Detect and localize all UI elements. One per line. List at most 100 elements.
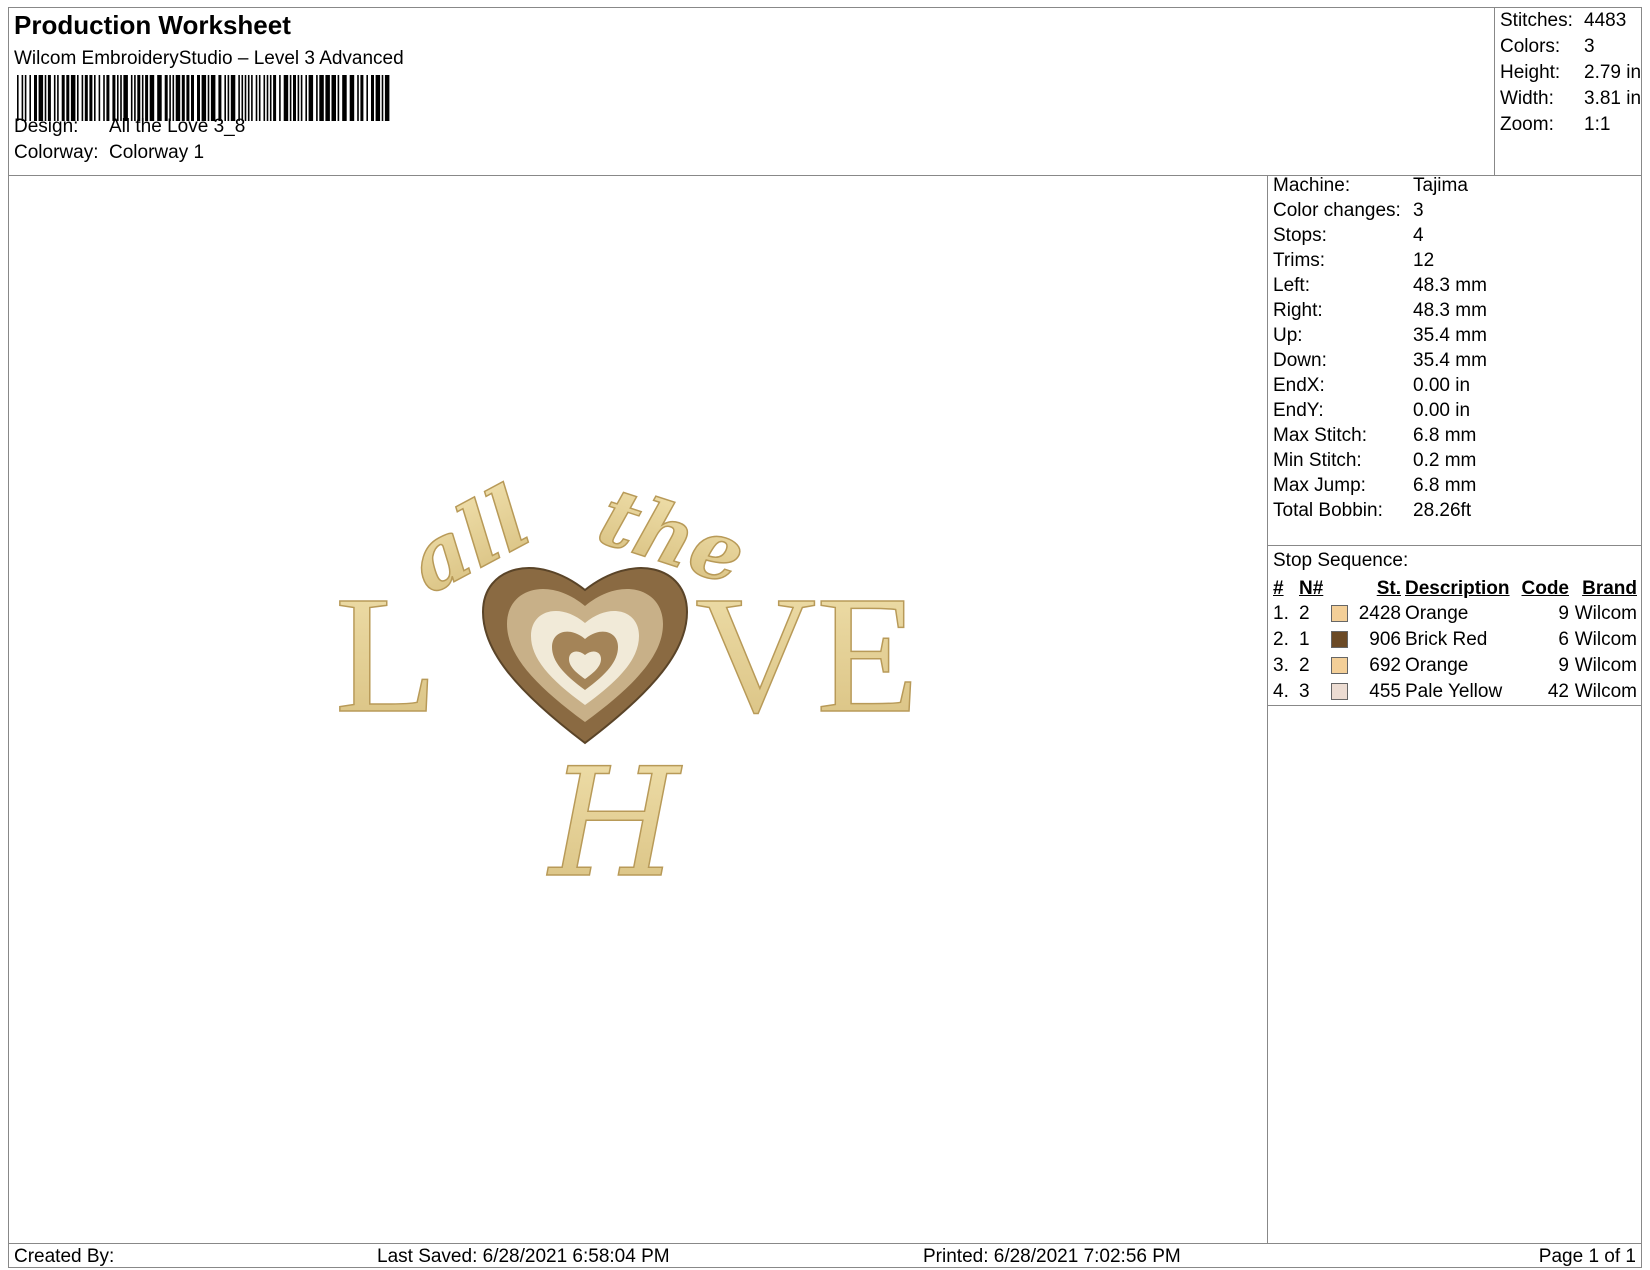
color-swatch bbox=[1331, 657, 1348, 675]
table-row: 4. 3 455 Pale Yellow 42 Wilcom bbox=[1271, 679, 1639, 705]
row-swatch-cell bbox=[1329, 601, 1353, 627]
barcode-bar bbox=[169, 75, 171, 121]
barcode-bar bbox=[247, 75, 250, 121]
info-machine: Machine: Tajima bbox=[1273, 175, 1468, 197]
info-value: 4 bbox=[1413, 225, 1424, 246]
barcode-bar bbox=[238, 75, 240, 121]
info-label: Min Stitch: bbox=[1273, 450, 1362, 471]
row-swatch-cell bbox=[1329, 627, 1353, 653]
design-name-row: Design: All the Love 3_8 bbox=[14, 116, 245, 138]
info-label: Max Stitch: bbox=[1273, 425, 1367, 446]
info-total-bobbin: Total Bobbin: 28.26ft bbox=[1273, 500, 1471, 522]
row-description: Pale Yellow bbox=[1405, 681, 1503, 702]
row-description: Orange bbox=[1405, 655, 1469, 676]
barcode-bar bbox=[53, 75, 56, 121]
stop-sequence-table: # N# St. Description Code Brand 1. 2 242… bbox=[1271, 576, 1639, 705]
barcode-bar bbox=[123, 75, 128, 121]
barcode-bar bbox=[98, 75, 101, 121]
info-value: 35.4 mm bbox=[1413, 325, 1487, 346]
barcode-bar bbox=[47, 75, 51, 121]
info-value: 0.00 in bbox=[1413, 375, 1471, 396]
info-label: Max Jump: bbox=[1273, 475, 1366, 496]
row-stitches: 455 bbox=[1369, 681, 1401, 702]
row-index: 3. bbox=[1273, 655, 1289, 676]
row-stitches: 906 bbox=[1369, 629, 1401, 650]
barcode-bar bbox=[34, 75, 37, 121]
info-label: Machine: bbox=[1273, 175, 1351, 196]
barcode-bar bbox=[273, 75, 277, 121]
color-swatch bbox=[1331, 683, 1348, 701]
barcode-bar bbox=[130, 75, 133, 121]
row-code: 42 bbox=[1547, 681, 1569, 702]
barcode-bar bbox=[289, 75, 292, 121]
info-trims: Trims: 12 bbox=[1273, 250, 1434, 272]
footer-page-number: Page 1 of 1 bbox=[1538, 1246, 1636, 1267]
barcode-bar bbox=[186, 75, 190, 121]
barcode-bar bbox=[172, 75, 175, 121]
design-value: All the Love 3_8 bbox=[109, 116, 246, 137]
barcode-bar bbox=[357, 75, 359, 121]
barcode-bar bbox=[21, 75, 24, 121]
barcode-bar bbox=[297, 75, 300, 121]
row-code: 9 bbox=[1558, 655, 1569, 676]
info-value: 0.2 mm bbox=[1413, 450, 1477, 471]
barcode-bar bbox=[197, 75, 200, 121]
heart-emblem bbox=[481, 567, 689, 745]
barcode-bar bbox=[137, 75, 141, 121]
barcode-bar bbox=[337, 75, 340, 121]
info-label: Stops: bbox=[1273, 225, 1327, 246]
barcode-bar bbox=[157, 75, 162, 121]
barcode-bar bbox=[134, 75, 136, 121]
barcode-bar bbox=[70, 75, 76, 121]
barcode-bar bbox=[319, 75, 324, 121]
table-row: 3. 2 692 Orange 9 Wilcom bbox=[1271, 653, 1639, 679]
design-letter-l: L bbox=[335, 562, 438, 748]
barcode-bar bbox=[316, 75, 318, 121]
info-max-jump: Max Jump: 6.8 mm bbox=[1273, 475, 1476, 497]
info-label: Down: bbox=[1273, 350, 1327, 371]
barcode-bar bbox=[164, 75, 168, 121]
design-label: Design: bbox=[14, 116, 79, 137]
info-value: 3 bbox=[1413, 200, 1424, 221]
row-needle: 2 bbox=[1299, 655, 1310, 676]
barcode-bar bbox=[94, 75, 96, 121]
barcode-bar bbox=[38, 75, 44, 121]
col-header-description: Description bbox=[1405, 577, 1510, 599]
info-stops: Stops: 4 bbox=[1273, 225, 1424, 247]
info-label: Left: bbox=[1273, 275, 1310, 296]
table-row: 1. 2 2428 Orange 9 Wilcom bbox=[1271, 601, 1639, 627]
barcode-bar bbox=[305, 75, 307, 121]
barcode-bar bbox=[349, 75, 355, 121]
barcode-bar bbox=[342, 75, 347, 121]
stop-sequence-title: Stop Sequence: bbox=[1273, 550, 1409, 571]
stat-colors: Colors: 3 bbox=[1500, 36, 1595, 58]
row-brand: Wilcom bbox=[1574, 655, 1637, 676]
page-title: Production Worksheet bbox=[14, 10, 291, 40]
row-needle: 1 bbox=[1299, 629, 1310, 650]
stat-label: Stitches: bbox=[1500, 10, 1573, 31]
color-swatch bbox=[1331, 605, 1348, 623]
barcode-bar bbox=[112, 75, 116, 121]
design-monogram: H bbox=[546, 737, 683, 911]
info-endx: EndX: 0.00 in bbox=[1273, 375, 1470, 397]
stat-height: Height: 2.79 in bbox=[1500, 62, 1641, 84]
barcode-bar bbox=[181, 75, 185, 121]
row-stitches: 2428 bbox=[1358, 603, 1401, 624]
barcode-bar bbox=[331, 75, 336, 121]
info-label: Right: bbox=[1273, 300, 1323, 321]
barcode-bar bbox=[293, 75, 296, 121]
info-value: 6.8 mm bbox=[1413, 425, 1477, 446]
worksheet-footer: Created By: Last Saved: 6/28/2021 6:58:0… bbox=[9, 1243, 1641, 1268]
info-value: 6.8 mm bbox=[1413, 475, 1477, 496]
barcode-bar bbox=[145, 75, 149, 121]
info-label: Up: bbox=[1273, 325, 1303, 346]
info-label: EndX: bbox=[1273, 375, 1325, 396]
info-left: Left: 48.3 mm bbox=[1273, 275, 1487, 297]
barcode-bar bbox=[61, 75, 65, 121]
info-value: 48.3 mm bbox=[1413, 300, 1487, 321]
barcode-bar bbox=[251, 75, 253, 121]
barcode-bar bbox=[283, 75, 289, 121]
barcode-bar bbox=[366, 75, 368, 121]
footer-printed: Printed: 6/28/2021 7:02:56 PM bbox=[923, 1246, 1181, 1267]
info-label: Trims: bbox=[1273, 250, 1326, 271]
